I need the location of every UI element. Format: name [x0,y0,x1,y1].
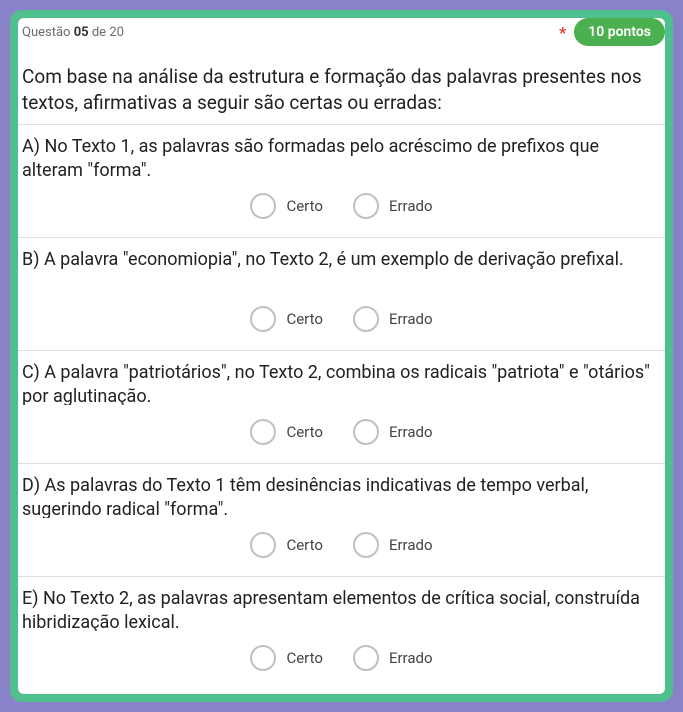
radio-b-wrong[interactable] [353,306,379,332]
radio-a-wrong[interactable] [353,193,379,219]
item-c: C) A palavra "patriotários", no Texto 2,… [18,350,665,463]
item-b: B) A palavra "economiopia", no Texto 2, … [18,237,665,350]
label-correct: Certo [286,197,322,215]
item-c-options: Certo Errado [18,405,665,463]
radio-d-correct[interactable] [250,532,276,558]
points-area: * 10 pontos [559,18,665,46]
item-e-wrong: Errado [353,645,433,671]
radio-a-correct[interactable] [250,193,276,219]
item-d: D) As palavras do Texto 1 têm desinência… [18,463,665,576]
question-text: Com base na análise da estrutura e forma… [18,46,665,124]
item-d-options: Certo Errado [18,518,665,576]
label-correct: Certo [286,310,322,328]
question-prefix: Questão [22,25,70,40]
radio-b-correct[interactable] [250,306,276,332]
item-a-wrong: Errado [353,193,433,219]
question-card: Questão 05 de 20 * 10 pontos Com base na… [18,18,665,694]
item-b-wrong: Errado [353,306,433,332]
item-e-text: E) No Texto 2, as palavras apresentam el… [18,577,665,631]
item-b-text: B) A palavra "economiopia", no Texto 2, … [18,238,665,292]
label-correct: Certo [286,536,322,554]
question-number: Questão 05 de 20 [22,25,124,40]
item-b-options: Certo Errado [18,292,665,350]
label-correct: Certo [286,649,322,667]
item-b-correct: Certo [250,306,322,332]
radio-e-correct[interactable] [250,645,276,671]
item-a-correct: Certo [250,193,322,219]
item-a-text: A) No Texto 1, as palavras são formadas … [18,125,665,179]
item-c-text: C) A palavra "patriotários", no Texto 2,… [18,351,665,405]
item-c-wrong: Errado [353,419,433,445]
label-wrong: Errado [389,423,433,441]
radio-d-wrong[interactable] [353,532,379,558]
item-d-text: D) As palavras do Texto 1 têm desinência… [18,464,665,518]
label-wrong: Errado [389,310,433,328]
items-list: A) No Texto 1, as palavras são formadas … [18,124,665,689]
label-wrong: Errado [389,197,433,215]
item-c-correct: Certo [250,419,322,445]
label-correct: Certo [286,423,322,441]
item-e-correct: Certo [250,645,322,671]
item-e-options: Certo Errado [18,631,665,689]
item-e: E) No Texto 2, as palavras apresentam el… [18,576,665,689]
outer-frame: Questão 05 de 20 * 10 pontos Com base na… [10,10,673,702]
label-wrong: Errado [389,649,433,667]
radio-e-wrong[interactable] [353,645,379,671]
question-current: 05 [74,25,89,40]
card-header: Questão 05 de 20 * 10 pontos [18,18,665,46]
required-asterisk: * [559,23,566,42]
points-badge: 10 pontos [574,18,665,46]
item-d-correct: Certo [250,532,322,558]
question-total: 20 [109,25,124,40]
radio-c-correct[interactable] [250,419,276,445]
question-sep: de [92,25,106,40]
item-a-options: Certo Errado [18,179,665,237]
label-wrong: Errado [389,536,433,554]
radio-c-wrong[interactable] [353,419,379,445]
item-a: A) No Texto 1, as palavras são formadas … [18,124,665,237]
item-d-wrong: Errado [353,532,433,558]
